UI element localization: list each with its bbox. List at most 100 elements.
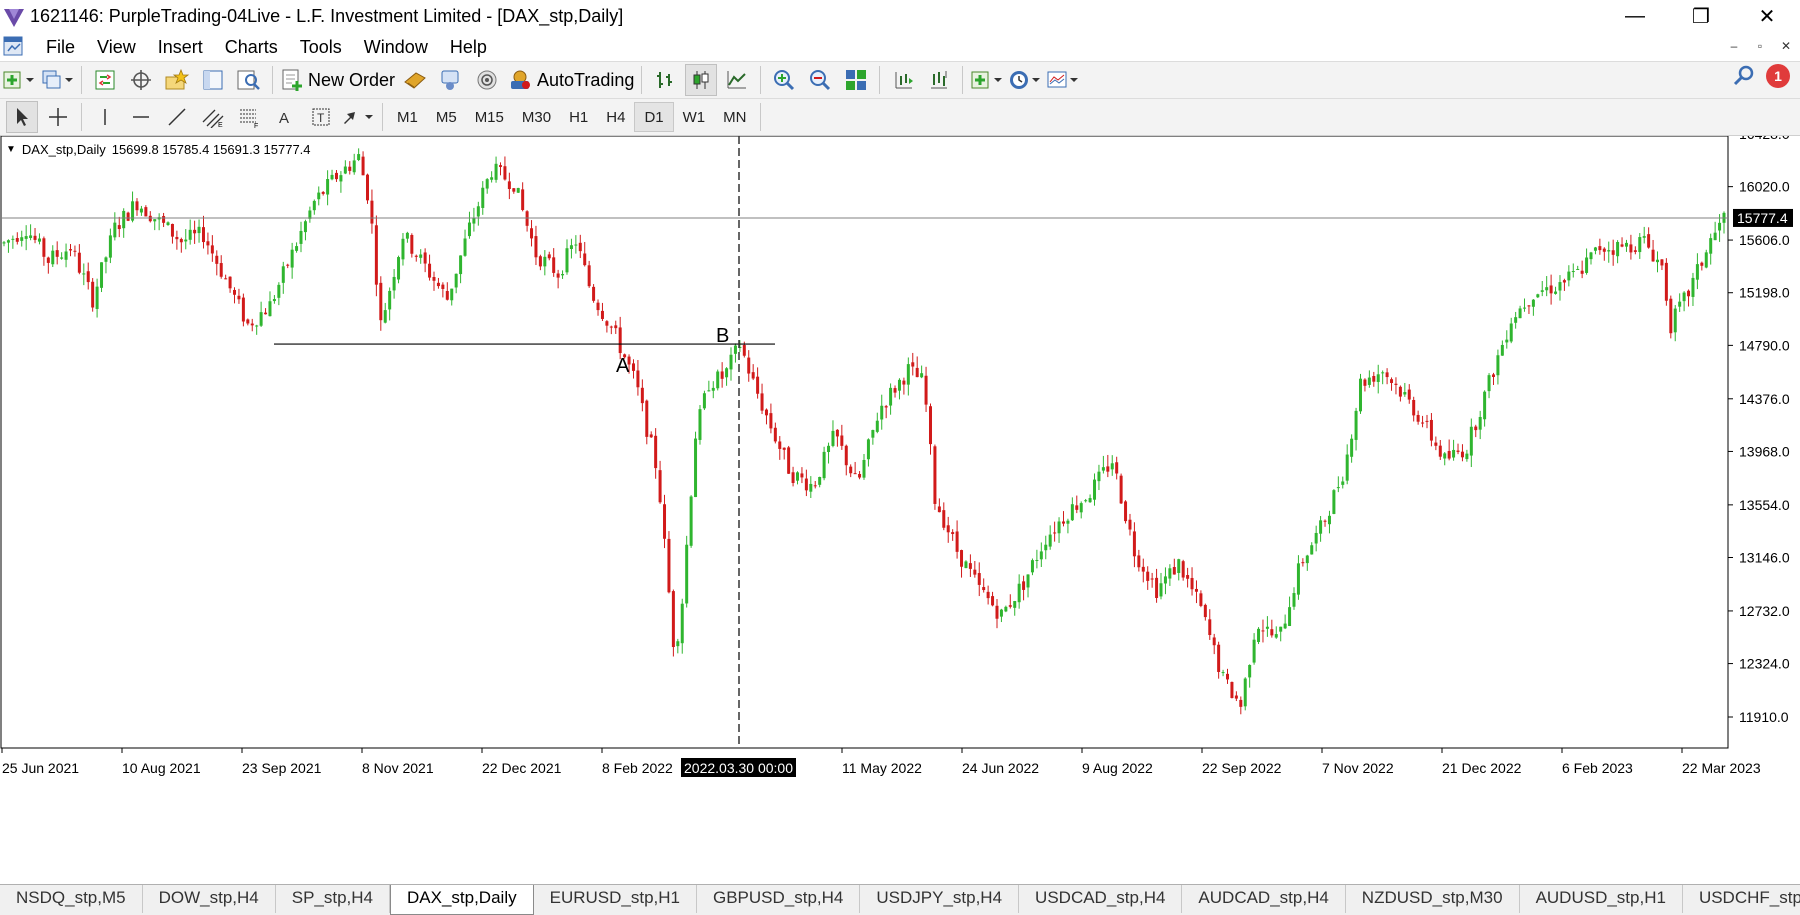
timeframe-m1[interactable]: M1 xyxy=(388,102,427,132)
templates-button[interactable] xyxy=(1046,64,1080,96)
candle-body xyxy=(1629,244,1633,253)
chart-tab[interactable]: USDJPY_stp,H4 xyxy=(860,885,1020,913)
chart-tab[interactable]: GBPUSD_stp,H4 xyxy=(697,885,861,913)
candle-body xyxy=(1664,262,1668,301)
chart-tab[interactable]: EURUSD_stp,H1 xyxy=(534,885,697,913)
candle-body xyxy=(1695,264,1699,280)
chart-tab[interactable]: SP_stp,H4 xyxy=(276,885,390,913)
timeframe-w1[interactable]: W1 xyxy=(674,102,715,132)
candle-body xyxy=(1469,426,1473,456)
market-button[interactable] xyxy=(471,64,503,96)
strategy-tester-button[interactable] xyxy=(233,64,265,96)
chart-restore-button[interactable]: ▫ xyxy=(1750,35,1770,57)
candle-body xyxy=(1319,520,1323,534)
vertical-line-button[interactable] xyxy=(89,101,121,133)
menu-window[interactable]: Window xyxy=(353,37,439,58)
document-icon[interactable] xyxy=(1,34,27,60)
zoom-in-button[interactable] xyxy=(768,64,800,96)
chart-shift-button[interactable] xyxy=(887,64,919,96)
chart-close-button[interactable]: ✕ xyxy=(1776,35,1796,57)
candle-body xyxy=(951,532,955,535)
text-button[interactable]: A xyxy=(269,101,301,133)
menu-tools[interactable]: Tools xyxy=(289,37,353,58)
chart-minimize-button[interactable]: – xyxy=(1724,35,1744,57)
timeframe-m15[interactable]: M15 xyxy=(466,102,513,132)
price-chart[interactable]: A B 16428.0 16020.0 15606.0 15198.0 14790.0 143… xyxy=(0,136,1800,884)
candle-body xyxy=(357,154,361,160)
candle-body xyxy=(968,563,972,569)
candle-body xyxy=(787,447,791,474)
chart-tab[interactable]: NZDUSD_stp,M30 xyxy=(1346,885,1520,913)
new-chart-button[interactable] xyxy=(2,64,36,96)
chart-tab[interactable]: DAX_stp,Daily xyxy=(390,885,534,915)
candle-body xyxy=(658,470,662,503)
notification-badge[interactable]: 1 xyxy=(1766,64,1790,88)
text-label-button[interactable]: T xyxy=(305,101,337,133)
timeframe-h4[interactable]: H4 xyxy=(597,102,634,132)
chart-tab[interactable]: AUDCAD_stp,H4 xyxy=(1182,885,1346,913)
timeframe-mn[interactable]: MN xyxy=(714,102,755,132)
equidistant-channel-button[interactable]: E xyxy=(197,101,229,133)
new-order-button[interactable]: New Order xyxy=(280,64,395,96)
tile-windows-button[interactable] xyxy=(840,64,872,96)
x-axis-label: 23 Sep 2021 xyxy=(242,760,322,776)
candle-body xyxy=(1367,377,1371,385)
candlestick-chart-button[interactable] xyxy=(685,64,718,96)
menu-charts[interactable]: Charts xyxy=(214,37,289,58)
line-chart-button[interactable] xyxy=(721,64,753,96)
fibonacci-button[interactable]: F xyxy=(233,101,265,133)
market-watch-button[interactable] xyxy=(89,64,121,96)
tile-windows-icon xyxy=(846,70,867,90)
y-axis-label: 15198.0 xyxy=(1739,285,1790,301)
indicators-button[interactable] xyxy=(970,64,1004,96)
menu-help[interactable]: Help xyxy=(439,37,498,58)
autotrading-button[interactable]: AutoTrading xyxy=(507,64,634,96)
chart-ohlc: 15699.8 15785.4 15691.3 15777.4 xyxy=(111,142,311,157)
candle-body xyxy=(889,387,893,406)
metaeditor-button[interactable] xyxy=(399,64,431,96)
signals-button[interactable] xyxy=(435,64,467,96)
candle-body xyxy=(1607,250,1611,252)
chart-tab[interactable]: USDCAD_stp,H4 xyxy=(1019,885,1183,913)
periods-button[interactable] xyxy=(1008,64,1042,96)
chart-tab[interactable]: DOW_stp,H4 xyxy=(143,885,276,913)
timeframe-m30[interactable]: M30 xyxy=(513,102,560,132)
profiles-button[interactable] xyxy=(40,64,74,96)
candle-body xyxy=(42,238,46,257)
candle-body xyxy=(317,192,321,200)
arrows-button[interactable] xyxy=(341,101,375,133)
search-icon[interactable] xyxy=(1732,64,1756,88)
price-chart-window[interactable]: A B 16428.0 16020.0 15606.0 15198.0 14790.0 143… xyxy=(0,136,1800,884)
candle-body xyxy=(1363,379,1367,386)
horizontal-line-button[interactable] xyxy=(125,101,157,133)
chart-tab[interactable]: USDCHF_stp,H1 xyxy=(1683,885,1800,913)
menu-file[interactable]: File xyxy=(35,37,86,58)
candle-body xyxy=(1279,626,1283,632)
timeframe-m5[interactable]: M5 xyxy=(427,102,466,132)
chart-tab[interactable]: NSDQ_stp,M5 xyxy=(0,885,143,913)
restore-button[interactable]: ❐ xyxy=(1668,0,1734,33)
candle-body xyxy=(813,485,817,487)
navigator-star-icon xyxy=(165,68,190,90)
minimize-button[interactable]: — xyxy=(1602,0,1668,33)
timeframe-d1[interactable]: D1 xyxy=(634,102,674,132)
toolbar-separator xyxy=(879,66,881,94)
auto-scroll-button[interactable] xyxy=(923,64,955,96)
close-button[interactable]: ✕ xyxy=(1734,0,1800,33)
chart-tab[interactable]: AUDUSD_stp,H1 xyxy=(1520,885,1683,913)
candle-body xyxy=(1194,588,1198,592)
collapse-triangle-icon[interactable]: ▼ xyxy=(6,144,16,155)
zoom-out-button[interactable] xyxy=(804,64,836,96)
crosshair-button[interactable] xyxy=(42,101,74,133)
candle-body xyxy=(1700,262,1704,266)
menu-view[interactable]: View xyxy=(86,37,147,58)
navigator-button[interactable] xyxy=(161,64,193,96)
timeframe-h1[interactable]: H1 xyxy=(560,102,597,132)
candle-body xyxy=(507,181,511,189)
bar-chart-button[interactable] xyxy=(649,64,681,96)
menu-insert[interactable]: Insert xyxy=(147,37,214,58)
terminal-button[interactable] xyxy=(197,64,229,96)
trendline-button[interactable] xyxy=(161,101,193,133)
data-window-button[interactable] xyxy=(125,64,157,96)
cursor-button[interactable] xyxy=(6,101,38,133)
